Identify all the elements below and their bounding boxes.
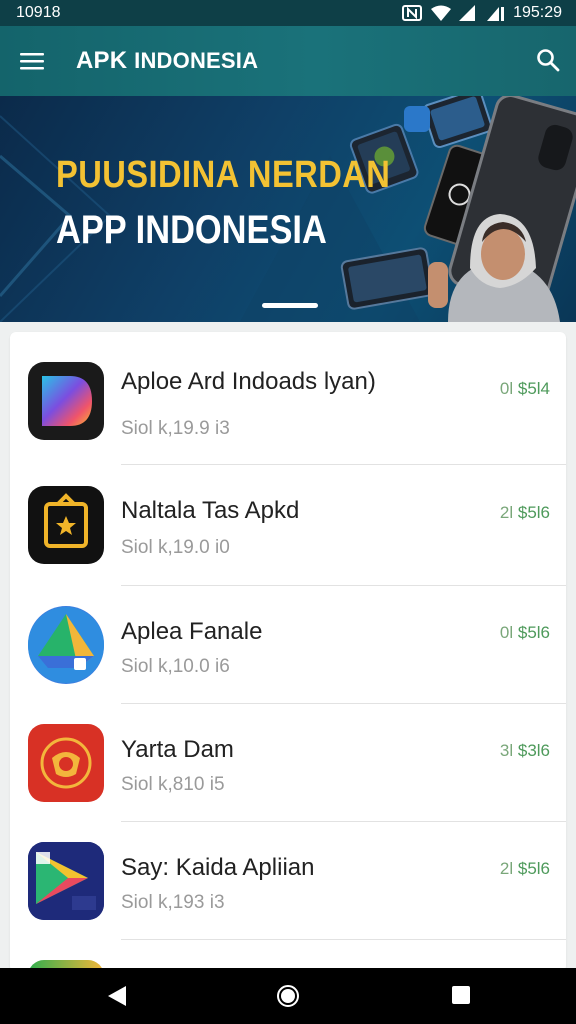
list-item[interactable]: Say: Kaida Apliian Siol k,193 i3 2l $5l6 xyxy=(10,822,566,940)
battery-icon xyxy=(487,7,505,21)
app-title-main: APK xyxy=(76,47,128,74)
play-store-app-icon xyxy=(28,842,104,920)
list-item[interactable]: Naltala Tas Apkd Siol k,19.0 i0 2l $5l6 xyxy=(10,465,566,586)
app-name: Naltala Tas Apkd xyxy=(121,497,300,524)
status-time: 10918 xyxy=(16,4,61,21)
app-list: Aploe Ard Indoads lyan) Siol k,19.9 i3 0… xyxy=(10,332,566,972)
app-price: 0l $5l4 xyxy=(499,379,550,398)
app-meta: Siol k,810 i5 xyxy=(121,774,225,795)
app-name: Aplea Fanale xyxy=(121,618,263,645)
app-name: Aploe Ard Indoads lyan) xyxy=(121,368,376,395)
emblem-app-icon xyxy=(28,724,104,802)
app-bar: APK INDONESIA xyxy=(0,26,576,96)
system-nav-bar xyxy=(0,968,576,1024)
app-meta: Siol k,19.0 i0 xyxy=(121,537,230,558)
wifi-icon xyxy=(431,5,452,21)
list-item[interactable]: Yarta Dam Siol k,810 i5 3l $3l6 xyxy=(10,704,566,822)
banner-subheadline: APP INDONESIA xyxy=(56,208,327,252)
status-bar: 10918 195:29 xyxy=(0,0,576,26)
promo-banner[interactable]: PUUSIDINA NERDAN APP INDONESIA xyxy=(0,96,576,322)
search-icon[interactable] xyxy=(536,48,560,72)
list-item[interactable]: Aplea Fanale Siol k,10.0 i6 0l $5l6 xyxy=(10,586,566,704)
status-clock: 195:29 xyxy=(513,4,562,21)
app-name: Say: Kaida Apliian xyxy=(121,854,315,881)
app-name: Yarta Dam xyxy=(121,736,234,763)
recents-icon[interactable] xyxy=(450,984,472,1006)
app-price: 2l $5l6 xyxy=(499,859,550,878)
back-icon[interactable] xyxy=(106,984,128,1008)
drive-app-icon xyxy=(28,606,104,684)
list-item[interactable]: Aploe Ard Indoads lyan) Siol k,19.9 i3 0… xyxy=(10,332,566,465)
app-meta: Siol k,19.9 i3 xyxy=(121,418,230,439)
home-icon[interactable] xyxy=(276,984,300,1008)
star-app-icon xyxy=(28,486,104,564)
app-price: 2l $5l6 xyxy=(499,503,550,522)
app-meta: Siol k,193 i3 xyxy=(121,892,225,913)
banner-page-indicator xyxy=(262,303,318,308)
app-title: APK INDONESIA xyxy=(76,47,258,75)
app-title-rest: INDONESIA xyxy=(134,48,259,73)
nfc-icon xyxy=(402,5,423,21)
menu-icon[interactable] xyxy=(20,52,44,70)
app-price: 0l $5l6 xyxy=(499,623,550,642)
signal-icon xyxy=(459,5,476,21)
banner-headline: PUUSIDINA NERDAN xyxy=(56,154,391,196)
play-app-icon xyxy=(28,362,104,440)
app-meta: Siol k,10.0 i6 xyxy=(121,656,230,677)
status-icons: 195:29 xyxy=(401,4,562,22)
app-price: 3l $3l6 xyxy=(499,741,550,760)
